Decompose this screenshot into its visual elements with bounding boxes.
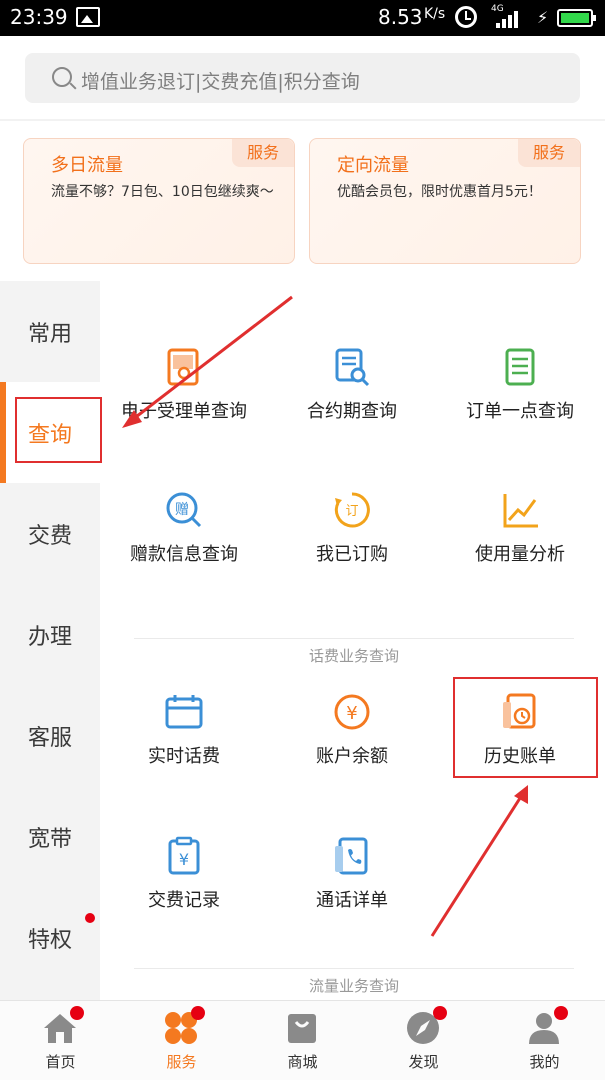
grid-item-label: 订单一点查询 [466,401,574,422]
signal-icon [492,10,524,28]
grid-item-label: 账户余额 [316,746,388,767]
active-indicator [0,382,6,483]
gift-money-icon: 赠 [166,492,202,528]
section-title: 话费业务查询 [308,647,399,665]
search-icon [52,67,72,87]
grid-item-label: 合约期查询 [307,401,397,422]
grid-item-label: 我已订购 [316,544,388,565]
subscribed-icon: 订 [334,492,370,528]
document-search-icon [335,348,370,387]
status-time: 23:39 [10,5,68,29]
highlight-box-query-tab [15,397,102,463]
screenshot-notification-icon [76,7,100,27]
section-header-bill-query: 话费业务查询 [134,636,574,665]
promo-card-directed-data[interactable]: 定向流量 服务 优酷会员包，限时优惠首月5元！ [309,138,581,264]
highlight-box-bill-history [453,677,598,778]
grid-item-label: 电子受理单查询 [121,401,247,422]
grid-item-label: 实时话费 [148,746,220,767]
search-placeholder: 增值业务退订|交费充值|积分查询 [81,71,360,93]
grid-item-usage-analysis[interactable]: 使用量分析 [436,490,604,590]
trend-chart-icon [503,494,538,528]
battery-icon [557,9,596,27]
tab-mall[interactable]: 商城 [242,1001,363,1080]
sidebar-item-handle[interactable]: 办理 [0,584,100,685]
order-list-icon [505,348,535,386]
sidebar-item-privilege[interactable]: 特权 [0,887,100,988]
svg-text:订: 订 [345,504,358,519]
grid-item-order-query[interactable]: 订单一点查询 [436,347,604,447]
grid-item-call-detail[interactable]: 通话详单 [268,836,436,936]
tab-service[interactable]: 服务 [121,1001,242,1080]
notification-dot [191,1006,205,1020]
section-title: 流量业务查询 [308,977,399,995]
grid-item-subscribed[interactable]: 订 我已订购 [268,490,436,590]
shopping-bag-icon [288,1014,316,1043]
grid-item-e-receipt-query[interactable]: 电子受理单查询 [100,347,268,447]
arrow-to-bill-history [430,794,524,937]
promo-card-tag: 服务 [518,139,580,167]
svg-text:赠: 赠 [175,502,189,518]
payment-record-icon: ¥ [168,836,200,875]
svg-text:¥: ¥ [346,703,357,724]
network-speed-unit: K/s [424,6,446,22]
grid-item-label: 使用量分析 [475,544,565,565]
service-screen: 23:39 8.53 K/s 4G ⚡ 增值业务退订|交费充值|积分查询 多日流… [0,0,605,1080]
sidebar-item-broadband[interactable]: 宽带 [0,786,100,887]
divider [134,968,574,969]
notification-dot [433,1006,447,1020]
alarm-icon [455,6,477,28]
grid-item-label: 赠款信息查询 [130,544,238,565]
sidebar-item-label: 客服 [27,725,72,751]
yuan-coin-icon: ¥ [334,694,370,730]
sidebar-item-label: 交费 [27,523,72,549]
charging-icon: ⚡ [537,8,549,27]
tab-label: 我的 [529,1053,560,1071]
promo-card-title: 定向流量 [337,155,409,176]
call-detail-icon [335,837,368,875]
grid-item-gift-money-query[interactable]: 赠 赠款信息查询 [100,490,268,590]
tab-label: 发现 [408,1053,439,1071]
sidebar-item-customer-service[interactable]: 客服 [0,685,100,786]
calendar-icon [165,695,203,729]
section-header-data-query: 流量业务查询 [134,966,574,995]
grid-item-label: 交费记录 [148,890,220,911]
sidebar-item-common[interactable]: 常用 [0,281,100,382]
tab-label: 首页 [45,1053,76,1071]
notification-dot [554,1006,568,1020]
promo-card-title: 多日流量 [51,155,123,176]
sidebar-item-label: 宽带 [27,826,72,852]
notification-dot [70,1006,84,1020]
search-bar[interactable]: 增值业务退订|交费充值|积分查询 [25,53,580,103]
receipt-icon [167,348,199,386]
tab-label: 服务 [166,1053,197,1071]
tab-mine[interactable]: 我的 [484,1001,605,1080]
sidebar-item-label: 办理 [27,624,72,650]
tab-home[interactable]: 首页 [0,1001,121,1080]
sidebar-item-label: 特权 [27,927,72,953]
bottom-tab-bar: 首页 服务 商城 发现 我的 [0,1000,605,1080]
grid-item-contract-query[interactable]: 合约期查询 [268,347,436,447]
sidebar-item-label: 常用 [27,321,72,347]
grid-item-account-balance[interactable]: ¥ 账户余额 [268,692,436,792]
svg-text:¥: ¥ [179,850,189,869]
divider [0,119,605,121]
sidebar-item-payment[interactable]: 交费 [0,483,100,584]
divider [134,638,574,639]
tab-discover[interactable]: 发现 [363,1001,484,1080]
status-bar: 23:39 8.53 K/s 4G ⚡ [0,0,605,36]
grid-item-payment-record[interactable]: ¥ 交费记录 [100,836,268,936]
grid-item-label: 通话详单 [316,890,388,911]
tab-label: 商城 [287,1053,318,1071]
notification-dot [85,913,95,923]
promo-card-desc: 优酷会员包，限时优惠首月5元！ [337,184,542,200]
network-speed: 8.53 [378,5,423,29]
promo-card-desc: 流量不够？7日包、10日包继续爽～ [51,184,274,200]
category-sidebar: 常用 查询 交费 办理 客服 宽带 特权 [0,281,100,1001]
promo-card-tag: 服务 [232,139,294,167]
promo-card-multi-day-data[interactable]: 多日流量 服务 流量不够？7日包、10日包继续爽～ [23,138,295,264]
grid-item-realtime-fee[interactable]: 实时话费 [100,692,268,792]
